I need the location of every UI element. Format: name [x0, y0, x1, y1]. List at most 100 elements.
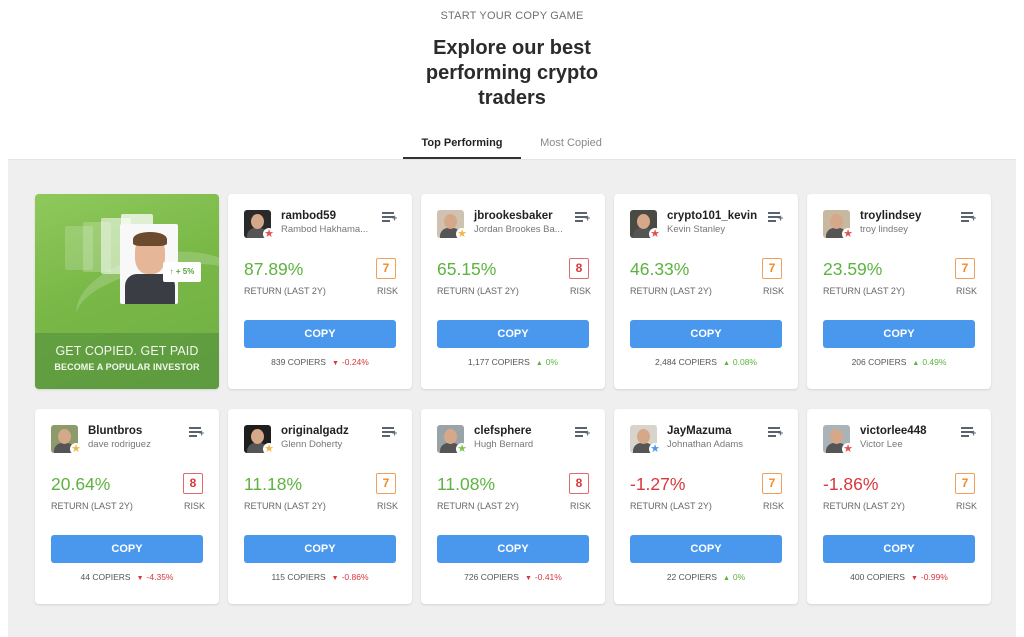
trend-arrow-icon: ▼	[331, 360, 339, 367]
trader-username[interactable]: originalgadz	[281, 425, 349, 437]
return-label: RETURN (LAST 2Y)	[630, 501, 712, 511]
risk-label: RISK	[762, 501, 784, 511]
trader-card[interactable]: ★ Bluntbros dave rodriguez + 20.64% RETU…	[35, 409, 219, 604]
copiers-change: -0.41%	[534, 572, 562, 582]
copiers-suffix: COPIERS	[92, 572, 131, 582]
trader-tabs: Top Performing Most Copied	[0, 128, 1024, 159]
add-to-watchlist-icon[interactable]: +	[382, 425, 398, 439]
risk-score-badge: 8	[183, 473, 203, 494]
risk-score-badge: 8	[569, 473, 589, 494]
risk-score-badge: 7	[955, 473, 975, 494]
copy-button[interactable]: COPY	[51, 535, 203, 563]
copy-button[interactable]: COPY	[437, 320, 589, 348]
trader-card[interactable]: ★ victorlee448 Victor Lee + -1.86% RETUR…	[807, 409, 991, 604]
star-icon: ★	[263, 443, 275, 455]
risk-label: RISK	[569, 286, 591, 296]
trader-username[interactable]: jbrookesbaker	[474, 210, 553, 222]
risk-score-badge: 7	[762, 258, 782, 279]
trader-card[interactable]: ★ troylindsey troy lindsey + 23.59% RETU…	[807, 194, 991, 389]
copiers-change: -0.86%	[341, 572, 369, 582]
copy-button[interactable]: COPY	[244, 320, 396, 348]
trader-username[interactable]: Bluntbros	[88, 425, 142, 437]
trend-arrow-icon: ▲	[722, 360, 730, 367]
trader-card[interactable]: ★ jbrookesbaker Jordan Brookes Ba... + 6…	[421, 194, 605, 389]
trend-arrow-icon: ▼	[910, 575, 918, 582]
copiers-stat: 22 COPIERS ▲ 0%	[614, 572, 798, 582]
copiers-suffix: COPIERS	[287, 357, 326, 367]
risk-label: RISK	[183, 501, 205, 511]
return-label: RETURN (LAST 2Y)	[51, 501, 133, 511]
risk-label: RISK	[376, 286, 398, 296]
add-to-watchlist-icon[interactable]: +	[961, 425, 977, 439]
copiers-count: 400	[850, 572, 865, 582]
risk-score-badge: 8	[569, 258, 589, 279]
banner-subline: BECOME A POPULAR INVESTOR	[54, 362, 200, 372]
return-value: 20.64%	[51, 474, 111, 494]
trader-full-name: Kevin Stanley	[667, 224, 726, 235]
copy-button[interactable]: COPY	[630, 535, 782, 563]
risk-label: RISK	[955, 501, 977, 511]
star-icon: ★	[456, 443, 468, 455]
trend-arrow-icon: ▲	[912, 360, 920, 367]
copy-button[interactable]: COPY	[437, 535, 589, 563]
trader-full-name: Johnathan Adams	[667, 439, 744, 450]
add-to-watchlist-icon[interactable]: +	[768, 210, 784, 224]
add-to-watchlist-icon[interactable]: +	[575, 425, 591, 439]
return-value: 11.18%	[244, 474, 303, 494]
page-title-line: Explore our best	[433, 37, 591, 59]
trader-username[interactable]: crypto101_kevin	[667, 210, 757, 222]
trader-username[interactable]: JayMazuma	[667, 425, 732, 437]
trader-card[interactable]: ★ crypto101_kevin Kevin Stanley + 46.33%…	[614, 194, 798, 389]
copiers-stat: 1,177 COPIERS ▲ 0%	[421, 357, 605, 367]
tab-most-copied[interactable]: Most Copied	[521, 128, 621, 159]
add-to-watchlist-icon[interactable]: +	[189, 425, 205, 439]
add-to-watchlist-icon[interactable]: +	[575, 210, 591, 224]
avatar-head	[637, 429, 650, 444]
copiers-suffix: COPIERS	[866, 572, 905, 582]
copy-button[interactable]: COPY	[630, 320, 782, 348]
copy-button[interactable]: COPY	[823, 535, 975, 563]
popular-investor-banner[interactable]: ↑ + 5% GET COPIED. GET PAID BECOME A POP…	[35, 194, 219, 389]
trader-card[interactable]: ★ rambod59 Rambod Hakhama... + 87.89% RE…	[228, 194, 412, 389]
copiers-stat: 44 COPIERS ▼ -4.35%	[35, 572, 219, 582]
copiers-stat: 2,484 COPIERS ▲ 0.08%	[614, 357, 798, 367]
copiers-change: -4.35%	[146, 572, 174, 582]
risk-label: RISK	[762, 286, 784, 296]
return-value: 65.15%	[437, 259, 497, 279]
trader-full-name: troy lindsey	[860, 224, 909, 235]
add-to-watchlist-icon[interactable]: +	[382, 210, 398, 224]
banner-headline: GET COPIED. GET PAID	[55, 344, 199, 358]
copy-button[interactable]: COPY	[244, 535, 396, 563]
trader-username[interactable]: clefsphere	[474, 425, 532, 437]
trend-arrow-icon: ▼	[331, 575, 339, 582]
risk-score-badge: 7	[376, 258, 396, 279]
copy-button[interactable]: COPY	[823, 320, 975, 348]
avatar-head	[637, 214, 650, 229]
copiers-stat: 726 COPIERS ▼ -0.41%	[421, 572, 605, 582]
trader-card[interactable]: ★ originalgadz Glenn Doherty + 11.18% RE…	[228, 409, 412, 604]
copiers-stat: 115 COPIERS ▼ -0.86%	[228, 572, 412, 582]
copiers-suffix: COPIERS	[480, 572, 519, 582]
page-title: Explore our best performing crypto trade…	[0, 36, 1024, 111]
trader-username[interactable]: troylindsey	[860, 210, 921, 222]
trader-username[interactable]: rambod59	[281, 210, 336, 222]
copiers-stat: 400 COPIERS ▼ -0.99%	[807, 572, 991, 582]
add-to-watchlist-icon[interactable]: +	[768, 425, 784, 439]
star-icon: ★	[842, 443, 854, 455]
avatar-head	[830, 429, 843, 444]
trader-username[interactable]: victorlee448	[860, 425, 927, 437]
add-to-watchlist-icon[interactable]: +	[961, 210, 977, 224]
trader-card[interactable]: ★ JayMazuma Johnathan Adams + -1.27% RET…	[614, 409, 798, 604]
trader-card[interactable]: ★ clefsphere Hugh Bernard + 11.08% RETUR…	[421, 409, 605, 604]
risk-score-badge: 7	[762, 473, 782, 494]
return-label: RETURN (LAST 2Y)	[244, 286, 326, 296]
copiers-suffix: COPIERS	[678, 572, 717, 582]
copiers-suffix: COPIERS	[491, 357, 530, 367]
return-value: 11.08%	[437, 474, 496, 494]
banner-person-hair	[133, 232, 167, 246]
star-icon: ★	[649, 228, 661, 240]
avatar-head	[251, 429, 264, 444]
return-value: 23.59%	[823, 259, 883, 279]
tab-top-performing[interactable]: Top Performing	[403, 128, 521, 159]
copiers-change: 0.08%	[732, 357, 757, 367]
